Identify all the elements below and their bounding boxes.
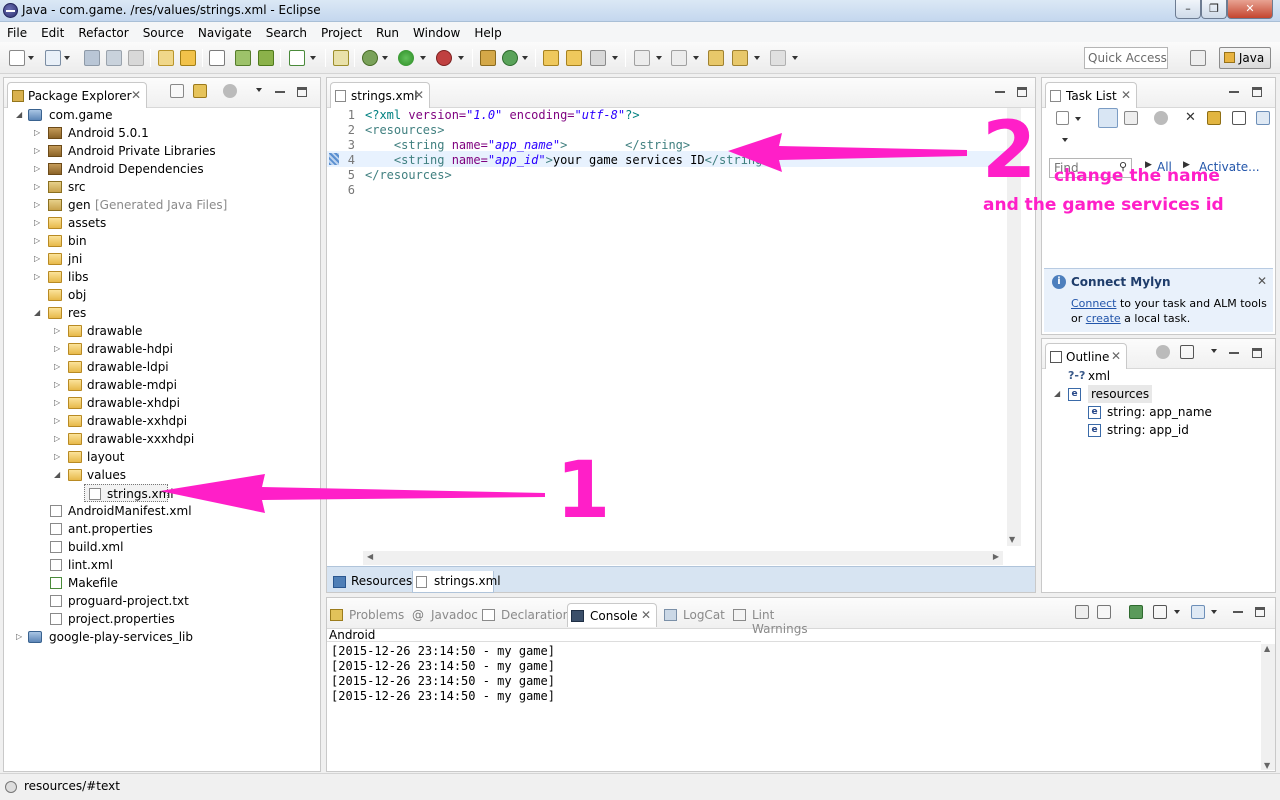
annotation-arrow-2 xyxy=(728,133,967,172)
annotation-number-2: 2 xyxy=(982,106,1037,196)
annotation-overlay xyxy=(160,133,967,513)
annotation-number-1: 1 xyxy=(556,446,611,536)
annotation-arrow-1 xyxy=(160,474,545,513)
annotation-text-line-1: change the name xyxy=(1054,166,1220,186)
annotation-text-line-2: and the game services id xyxy=(983,195,1224,215)
